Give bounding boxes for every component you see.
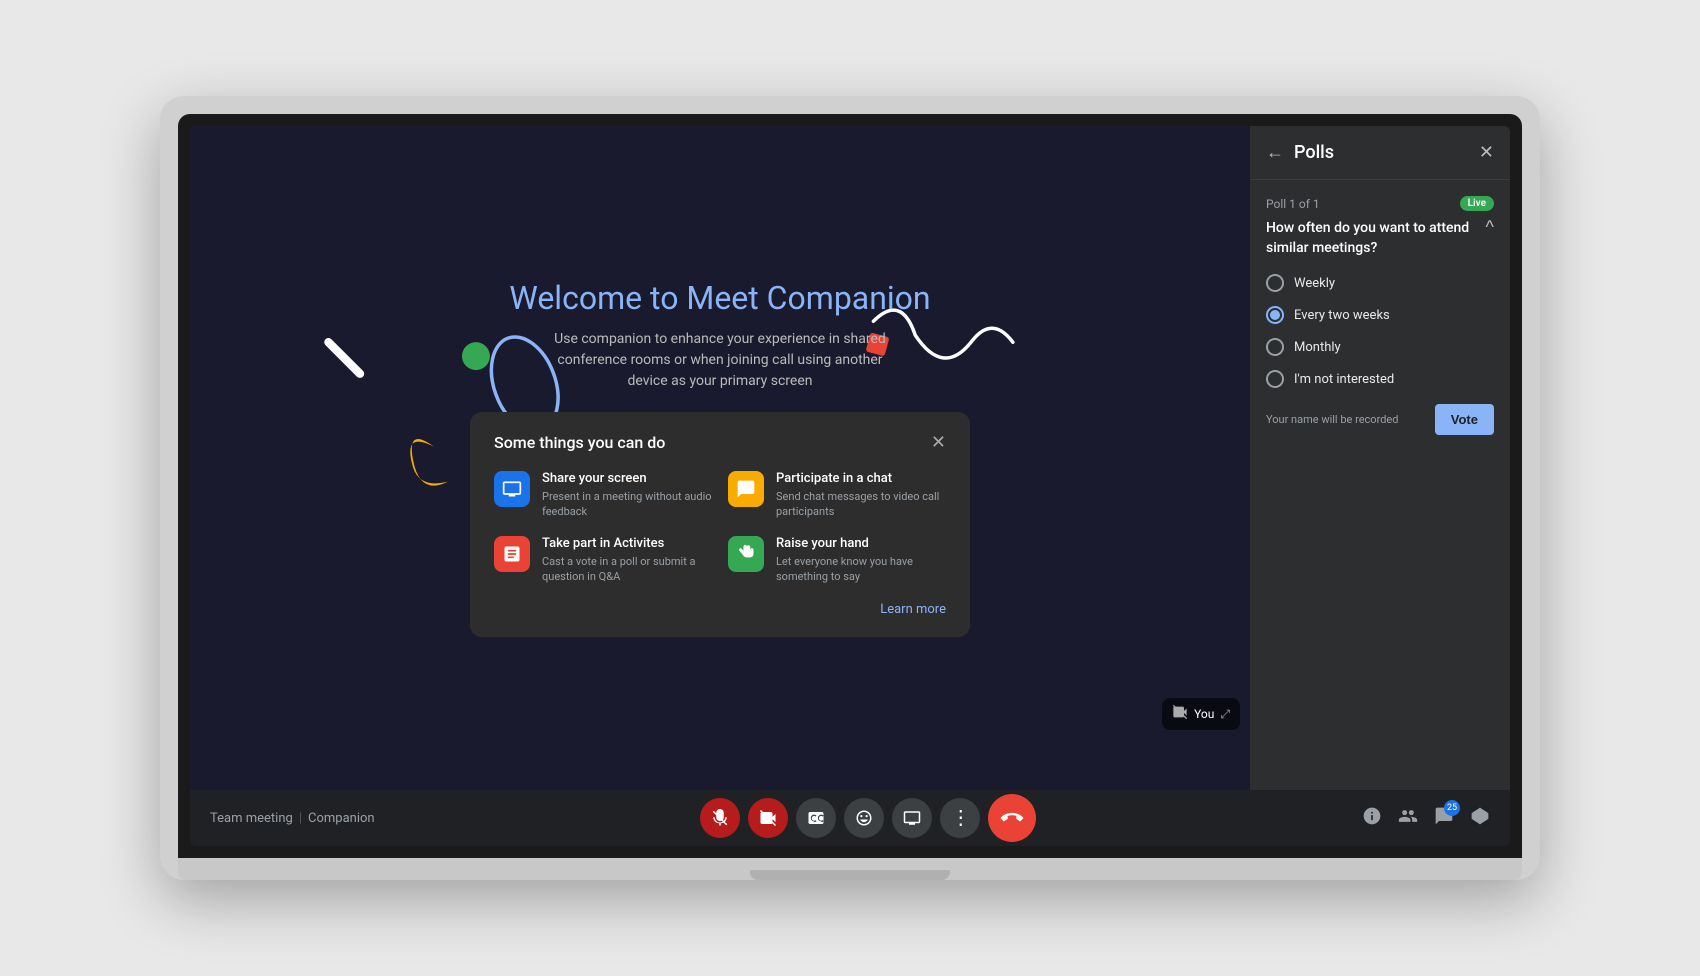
things-grid: Share your screen Present in a meeting w… bbox=[494, 471, 946, 585]
laptop-base bbox=[178, 858, 1522, 880]
radio-not-interested bbox=[1266, 370, 1284, 388]
poll-question: How often do you want to attend similar … bbox=[1266, 219, 1478, 258]
you-badge-cam-icon bbox=[1172, 704, 1188, 724]
screen-content: Welcome to Meet Companion Use companion … bbox=[190, 126, 1510, 790]
captions-button[interactable] bbox=[796, 798, 836, 838]
share-screen-desc: Present in a meeting without audio feedb… bbox=[542, 489, 712, 520]
chat-button[interactable]: 25 bbox=[1434, 806, 1454, 831]
laptop-frame: Welcome to Meet Companion Use companion … bbox=[160, 96, 1540, 880]
screen-bezel: Welcome to Meet Companion Use companion … bbox=[178, 114, 1522, 858]
bottom-right: 25 bbox=[1362, 806, 1490, 831]
poll-meta: Poll 1 of 1 Live bbox=[1266, 196, 1494, 211]
welcome-subtitle: Use companion to enhance your experience… bbox=[509, 329, 930, 392]
poll-question-header: How often do you want to attend similar … bbox=[1266, 219, 1494, 258]
video-area: Welcome to Meet Companion Use companion … bbox=[190, 126, 1250, 790]
share-screen-text: Share your screen Present in a meeting w… bbox=[542, 471, 712, 520]
poll-footer: Your name will be recorded Vote bbox=[1266, 404, 1494, 435]
polls-title: Polls bbox=[1294, 142, 1334, 163]
info-button[interactable] bbox=[1362, 806, 1382, 831]
companion-label: Companion bbox=[308, 811, 375, 826]
camera-button[interactable] bbox=[748, 798, 788, 838]
bottom-center: ⋮ bbox=[700, 794, 1036, 842]
polls-sidebar: ← Polls ✕ Poll 1 of 1 Live How often do … bbox=[1250, 126, 1510, 790]
polls-header: ← Polls ✕ bbox=[1250, 126, 1510, 180]
raise-hand-icon bbox=[728, 536, 764, 572]
activities-desc: Cast a vote in a poll or submit a questi… bbox=[542, 554, 712, 585]
activities-icon bbox=[494, 536, 530, 572]
welcome-card: Welcome to Meet Companion Use companion … bbox=[509, 279, 930, 392]
things-card: Some things you can do ✕ Share your scre… bbox=[470, 412, 970, 638]
poll-option-weekly[interactable]: Weekly bbox=[1266, 274, 1494, 292]
poll-options: Weekly Every two weeks bbox=[1266, 274, 1494, 388]
mic-button[interactable] bbox=[700, 798, 740, 838]
radio-weekly bbox=[1266, 274, 1284, 292]
meeting-label: Team meeting bbox=[210, 811, 293, 826]
separator: | bbox=[299, 811, 302, 826]
vote-button[interactable]: Vote bbox=[1435, 404, 1494, 435]
poll-option-not-interested[interactable]: I'm not interested bbox=[1266, 370, 1494, 388]
polls-back-button[interactable]: ← bbox=[1266, 142, 1284, 163]
activities-button[interactable] bbox=[1470, 806, 1490, 831]
poll-option-every-two-weeks[interactable]: Every two weeks bbox=[1266, 306, 1494, 324]
poll-collapse-button[interactable]: ^ bbox=[1486, 217, 1494, 238]
polls-close-button[interactable]: ✕ bbox=[1479, 142, 1494, 163]
reactions-button[interactable] bbox=[844, 798, 884, 838]
chat-desc: Send chat messages to video call partici… bbox=[776, 489, 946, 520]
radio-every-two-weeks bbox=[1266, 306, 1284, 324]
raise-hand-text: Raise your hand Let everyone know you ha… bbox=[776, 536, 946, 585]
things-card-title: Some things you can do bbox=[494, 433, 665, 452]
list-item: Share your screen Present in a meeting w… bbox=[494, 471, 712, 520]
poll-option-monthly[interactable]: Monthly bbox=[1266, 338, 1494, 356]
radio-every-two-weeks-inner bbox=[1270, 310, 1280, 320]
list-item: Raise your hand Let everyone know you ha… bbox=[728, 536, 946, 585]
chat-icon bbox=[728, 471, 764, 507]
poll-option-weekly-label: Weekly bbox=[1294, 276, 1335, 291]
activities-name: Take part in Activites bbox=[542, 536, 712, 551]
you-badge-label: You bbox=[1194, 707, 1214, 721]
learn-more-link[interactable]: Learn more bbox=[880, 602, 946, 617]
chat-name: Participate in a chat bbox=[776, 471, 946, 486]
share-screen-name: Share your screen bbox=[542, 471, 712, 486]
learn-more-row: Learn more bbox=[494, 598, 946, 617]
welcome-title: Welcome to Meet Companion bbox=[509, 279, 930, 317]
list-item: Participate in a chat Send chat messages… bbox=[728, 471, 946, 520]
chat-text: Participate in a chat Send chat messages… bbox=[776, 471, 946, 520]
poll-count: Poll 1 of 1 bbox=[1266, 197, 1320, 211]
things-header: Some things you can do ✕ bbox=[494, 432, 946, 453]
laptop-notch bbox=[750, 870, 950, 880]
bottom-left: Team meeting | Companion bbox=[210, 811, 375, 826]
raise-hand-name: Raise your hand bbox=[776, 536, 946, 551]
more-button[interactable]: ⋮ bbox=[940, 798, 980, 838]
things-close-button[interactable]: ✕ bbox=[931, 432, 946, 453]
you-badge-expand-icon[interactable]: ⤢ bbox=[1220, 707, 1230, 722]
polls-body: Poll 1 of 1 Live How often do you want t… bbox=[1250, 180, 1510, 790]
laptop-screen: Welcome to Meet Companion Use companion … bbox=[190, 126, 1510, 846]
raise-hand-desc: Let everyone know you have something to … bbox=[776, 554, 946, 585]
bottom-bar: Team meeting | Companion bbox=[190, 790, 1510, 846]
polls-header-left: ← Polls bbox=[1266, 142, 1334, 163]
poll-option-every-two-weeks-label: Every two weeks bbox=[1294, 308, 1390, 323]
chat-badge: 25 bbox=[1444, 800, 1460, 816]
share-screen-icon bbox=[494, 471, 530, 507]
poll-name-note: Your name will be recorded bbox=[1266, 413, 1398, 426]
people-button[interactable] bbox=[1398, 806, 1418, 831]
activities-text: Take part in Activites Cast a vote in a … bbox=[542, 536, 712, 585]
present-button[interactable] bbox=[892, 798, 932, 838]
radio-monthly bbox=[1266, 338, 1284, 356]
end-call-button[interactable] bbox=[988, 794, 1036, 842]
live-badge: Live bbox=[1460, 196, 1494, 211]
poll-option-monthly-label: Monthly bbox=[1294, 340, 1341, 355]
you-badge: You ⤢ bbox=[1162, 698, 1240, 730]
list-item: Take part in Activites Cast a vote in a … bbox=[494, 536, 712, 585]
poll-option-not-interested-label: I'm not interested bbox=[1294, 372, 1394, 387]
